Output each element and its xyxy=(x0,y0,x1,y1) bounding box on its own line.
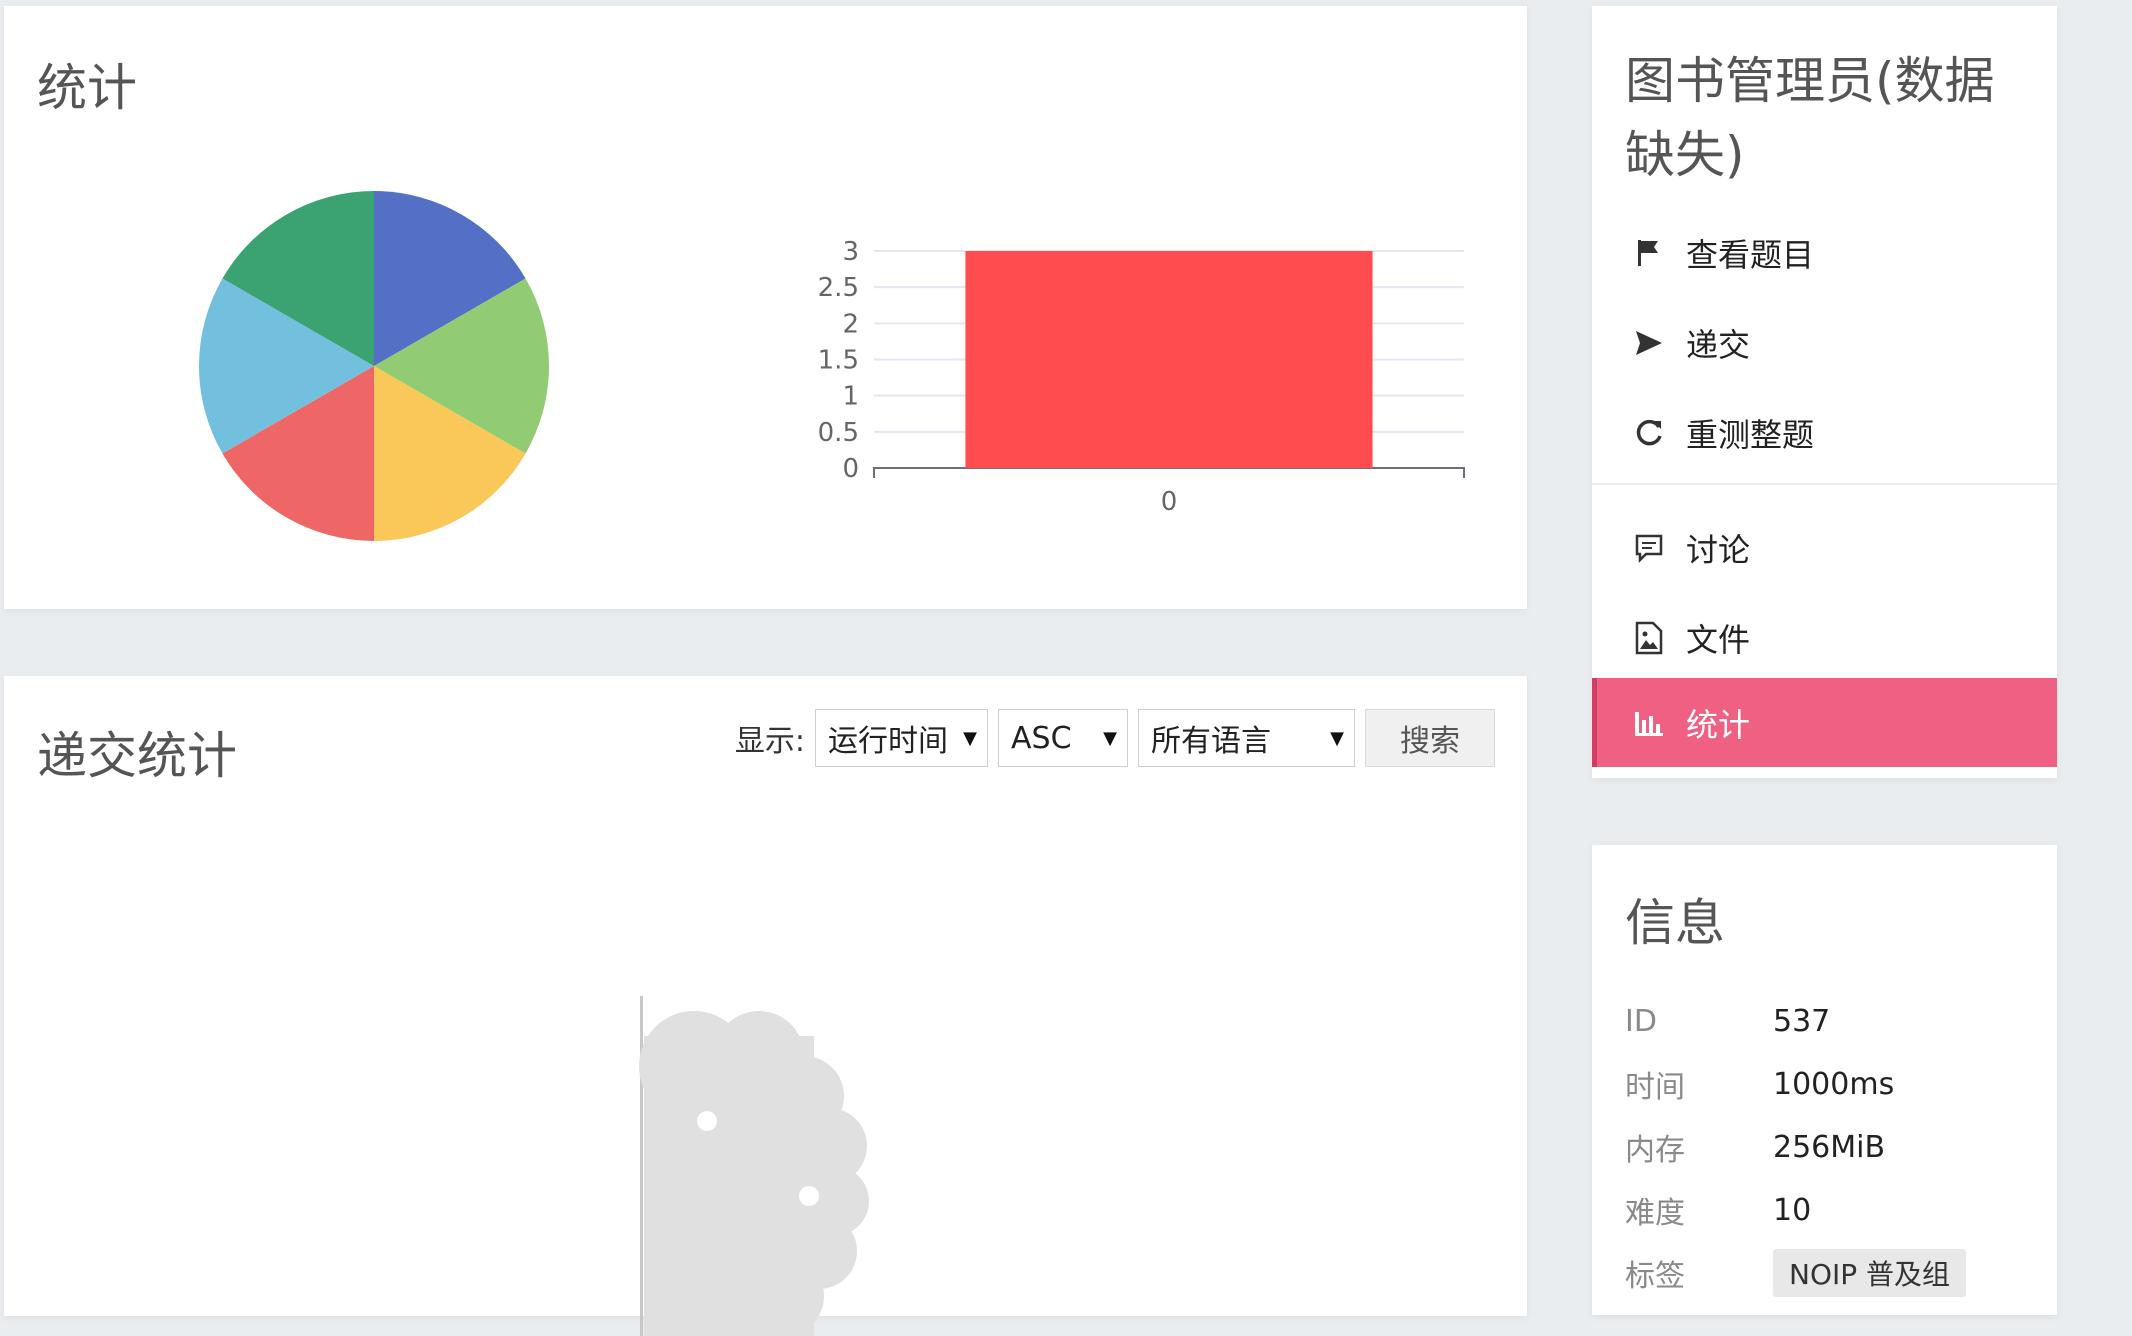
sidebar-item-submit[interactable]: 递交 xyxy=(1592,298,2057,387)
send-icon xyxy=(1632,326,1666,360)
statistics-title: 统计 xyxy=(37,59,137,117)
sidebar-item-discussion[interactable]: 讨论 xyxy=(1592,503,2057,592)
info-value: 10 xyxy=(1773,1192,1812,1228)
sidebar-item-label: 递交 xyxy=(1686,325,1751,364)
info-row-difficulty: 难度 10 xyxy=(1625,1187,2045,1233)
language-value: 所有语言 xyxy=(1151,724,1271,759)
sidebar-item-label: 重测整题 xyxy=(1686,415,1815,454)
info-value: 1000ms xyxy=(1773,1066,1895,1102)
bar-chart-icon xyxy=(1632,706,1666,740)
info-title: 信息 xyxy=(1625,894,1725,952)
y-tick-label: 0.5 xyxy=(818,418,859,448)
problem-sidebar: 图书管理员(数据缺失) 查看题目 递交 重测整题 讨论 文件 统计 xyxy=(1592,6,2057,778)
x-tick-label: 0 xyxy=(1161,487,1178,517)
score-bar-chart: 0 0.5 1 1.5 2 2.5 3 0 xyxy=(818,237,1465,517)
info-value: 537 xyxy=(1773,1003,1831,1039)
info-row-memory: 内存 256MiB xyxy=(1625,1124,2045,1170)
info-key: ID xyxy=(1625,1003,1657,1039)
sidebar-item-label: 讨论 xyxy=(1686,530,1751,569)
y-tick-label: 2 xyxy=(842,309,859,339)
chevron-down-icon: ▼ xyxy=(1103,727,1117,749)
y-tick-label: 1 xyxy=(842,382,859,412)
sidebar-item-rejudge[interactable]: 重测整题 xyxy=(1592,388,2057,477)
x-axis-line xyxy=(873,467,1465,478)
refresh-icon xyxy=(1632,416,1666,450)
problem-info-card: 信息 ID 537 时间 1000ms 内存 256MiB 难度 10 标签 N… xyxy=(1592,845,2057,1315)
sort-order-select[interactable]: ASC ▼ xyxy=(998,709,1128,767)
file-image-icon xyxy=(1632,621,1666,655)
search-button[interactable]: 搜索 xyxy=(1365,709,1495,767)
show-label: 显示: xyxy=(734,724,805,759)
sidebar-item-label: 文件 xyxy=(1686,620,1751,659)
empty-state-illustration xyxy=(639,996,869,1336)
info-value: 256MiB xyxy=(1773,1129,1886,1165)
sidebar-item-label: 统计 xyxy=(1686,705,1751,744)
submission-statistics-card: 递交统计 显示: 运行时间 ▼ ASC ▼ 所有语言 ▼ 搜索 xyxy=(4,676,1527,1336)
sort-by-select[interactable]: 运行时间 ▼ xyxy=(815,709,988,767)
comment-icon xyxy=(1632,531,1666,565)
language-select[interactable]: 所有语言 ▼ xyxy=(1138,709,1355,767)
bar[interactable] xyxy=(965,251,1373,468)
sidebar-item-statistics[interactable]: 统计 xyxy=(1592,678,2057,767)
info-key: 时间 xyxy=(1625,1070,1685,1105)
y-tick-label: 3 xyxy=(842,237,859,267)
info-key: 难度 xyxy=(1625,1196,1685,1231)
y-tick-label: 0 xyxy=(842,454,859,484)
flag-icon xyxy=(1632,236,1666,270)
sidebar-item-label: 查看题目 xyxy=(1686,235,1815,274)
tag-badge[interactable]: NOIP 普及组 xyxy=(1773,1249,1967,1297)
submission-filter-bar: 显示: 运行时间 ▼ ASC ▼ 所有语言 ▼ 搜索 xyxy=(735,708,1495,768)
y-tick-label: 1.5 xyxy=(818,346,859,376)
statistics-card: 统计 0 0.5 1 1.5 2 2.5 3 0 xyxy=(4,6,1527,609)
problem-title: 图书管理员(数据缺失) xyxy=(1625,52,1995,184)
info-key: 内存 xyxy=(1625,1133,1685,1168)
info-key: 标签 xyxy=(1625,1259,1685,1294)
status-pie-chart xyxy=(199,191,549,541)
info-row-time: 时间 1000ms xyxy=(1625,1061,2045,1107)
sort-order-value: ASC xyxy=(1011,720,1072,756)
sidebar-item-view-problem[interactable]: 查看题目 xyxy=(1592,208,2057,297)
submission-statistics-title: 递交统计 xyxy=(37,727,237,785)
info-row-tags: 标签 NOIP 普及组 xyxy=(1625,1249,2045,1297)
y-tick-label: 2.5 xyxy=(818,273,859,303)
sidebar-divider xyxy=(1592,483,2057,485)
chevron-down-icon: ▼ xyxy=(1330,727,1344,749)
info-row-id: ID 537 xyxy=(1625,998,2045,1044)
sidebar-item-files[interactable]: 文件 xyxy=(1592,593,2057,682)
chevron-down-icon: ▼ xyxy=(963,727,977,749)
sort-by-value: 运行时间 xyxy=(828,724,948,759)
